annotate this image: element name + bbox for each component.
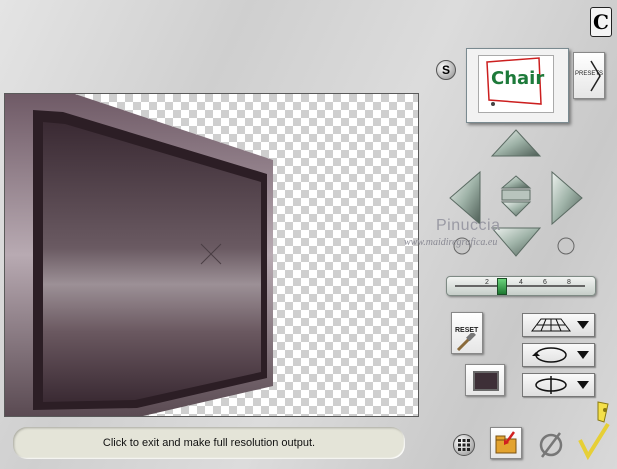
rotate-dropdown[interactable] <box>522 343 595 367</box>
rotate-icon <box>532 347 567 363</box>
slider-tick-6: 6 <box>543 279 547 286</box>
status-bar[interactable]: Click to exit and make full resolution o… <box>13 427 405 459</box>
slider-thumb[interactable] <box>496 278 507 295</box>
disable-icon[interactable] <box>536 430 566 460</box>
reset-button[interactable]: RESET <box>451 312 483 354</box>
preview-canvas[interactable] <box>4 93 419 417</box>
thumbnail-title: Chair <box>491 68 545 89</box>
app-logo-icon: C <box>590 7 612 37</box>
apply-check-icon[interactable] <box>578 400 614 462</box>
hammer-icon <box>456 333 476 351</box>
perspective-dropdown[interactable] <box>522 313 595 337</box>
small-down-icon[interactable] <box>500 201 532 217</box>
chevron-right-icon <box>590 60 601 92</box>
perspective-grid-icon <box>531 318 571 332</box>
slider-tick-8: 8 <box>567 279 571 286</box>
spin-icon <box>535 376 567 394</box>
frame-color-swatch <box>473 371 499 391</box>
grid-icon <box>458 439 470 451</box>
slider-tick-2: 2 <box>485 279 489 286</box>
presets-button[interactable]: PRESETS <box>573 52 605 99</box>
color-swatch-button[interactable] <box>465 364 505 396</box>
small-up-icon[interactable] <box>500 175 532 189</box>
folder-export-icon <box>495 431 517 454</box>
grid-button[interactable] <box>453 434 475 456</box>
spin-dropdown[interactable] <box>522 373 595 397</box>
status-message: Click to exit and make full resolution o… <box>102 437 316 449</box>
export-button[interactable] <box>490 427 522 459</box>
zoom-slider[interactable]: 2 4 6 8 <box>446 276 596 296</box>
arrow-up-icon[interactable] <box>490 129 542 157</box>
watermark-site: www.maidiregrafica.eu <box>404 237 498 248</box>
preset-thumbnail[interactable]: Chair <box>466 48 569 123</box>
arrow-right-icon[interactable] <box>551 170 583 226</box>
slider-tick-4: 4 <box>519 279 523 286</box>
s-button[interactable]: S <box>436 60 456 80</box>
watermark-name: Pinuccia <box>436 217 501 234</box>
rotate-right-icon[interactable] <box>557 237 575 255</box>
